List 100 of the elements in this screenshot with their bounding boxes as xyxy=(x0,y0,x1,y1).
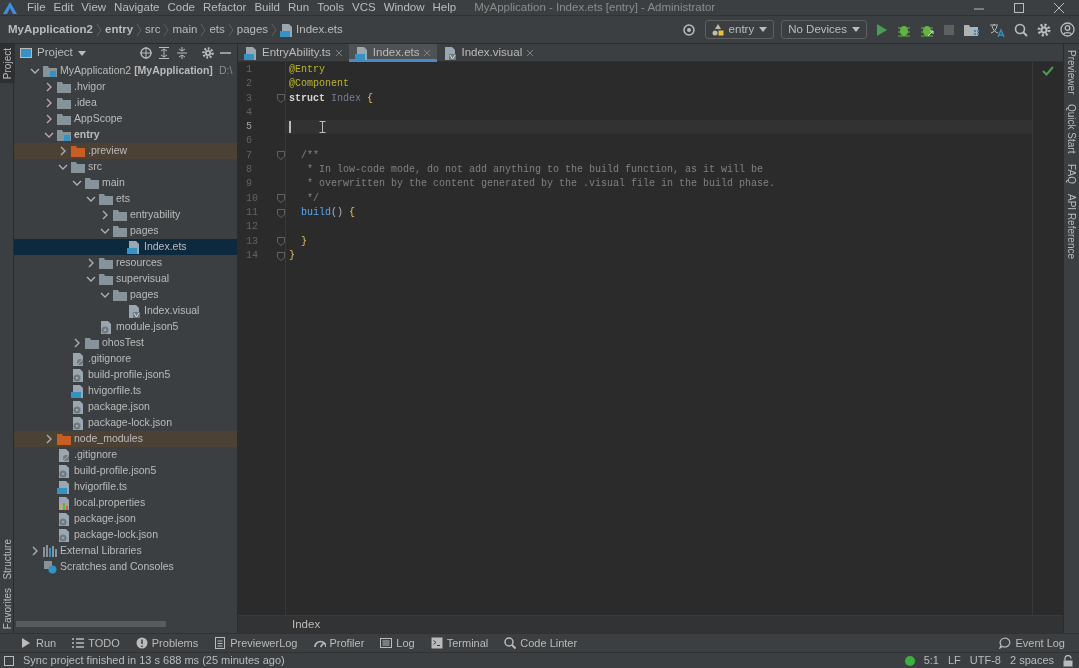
folder-grid-icon[interactable] xyxy=(964,22,980,37)
file-encoding[interactable]: UTF-8 xyxy=(969,652,1001,668)
close-icon[interactable] xyxy=(334,49,343,57)
tool-window-button[interactable]: PreviewerLog xyxy=(214,634,298,652)
scrollbar[interactable] xyxy=(16,621,166,627)
locate-icon[interactable] xyxy=(140,47,152,59)
menu-item[interactable]: View xyxy=(77,0,111,17)
menu-item[interactable]: Help xyxy=(428,0,461,17)
gear-icon[interactable] xyxy=(202,47,214,59)
lock-icon[interactable] xyxy=(1063,654,1073,667)
fold-marker-icon[interactable] xyxy=(277,194,285,204)
tool-window-button[interactable]: TODO xyxy=(72,634,120,652)
menu-item[interactable]: Run xyxy=(284,0,314,17)
fold-marker-icon[interactable] xyxy=(277,208,285,218)
tree-item[interactable]: local.properties xyxy=(14,495,237,511)
menu-item[interactable]: Code xyxy=(163,0,199,17)
close-icon[interactable] xyxy=(1052,1,1066,14)
collapse-all-icon[interactable] xyxy=(176,47,188,59)
tree-item[interactable]: External Libraries xyxy=(14,543,237,559)
tool-window-button[interactable]: Run xyxy=(20,634,57,652)
menu-item[interactable]: File xyxy=(23,0,50,17)
search-icon[interactable] xyxy=(1014,22,1028,37)
tree-item[interactable]: package-lock.json xyxy=(14,527,237,543)
breadcrumb-item[interactable]: MyApplication2 xyxy=(6,20,95,39)
tree-item[interactable]: hvigorfile.ts xyxy=(14,383,237,399)
menu-item[interactable]: Tools xyxy=(313,0,348,17)
menu-item[interactable]: VCS xyxy=(348,0,380,17)
tool-window-button[interactable]: Profiler xyxy=(313,634,365,652)
tree-item[interactable]: pages xyxy=(14,223,237,239)
tree-item[interactable]: ohosTest xyxy=(14,335,237,351)
tree-item[interactable]: AppScope xyxy=(14,111,237,127)
fold-marker-icon[interactable] xyxy=(277,251,285,261)
cursor-position[interactable]: 5:1 xyxy=(923,652,939,668)
tree-item[interactable]: build-profile.json5 xyxy=(14,367,237,383)
settings-icon[interactable] xyxy=(1037,22,1051,37)
tree-item[interactable]: node_modules xyxy=(14,431,237,447)
fold-marker-icon[interactable] xyxy=(277,151,285,161)
tree-item[interactable]: ets xyxy=(14,191,237,207)
tool-window-button[interactable]: Log xyxy=(380,634,415,652)
fold-marker-icon[interactable] xyxy=(277,94,285,104)
chevron-right-icon[interactable] xyxy=(100,209,110,221)
tool-window-button[interactable]: Problems xyxy=(135,634,199,652)
tool-window-button[interactable]: Code Linter xyxy=(504,634,578,652)
tool-window-button[interactable]: Terminal xyxy=(430,634,489,652)
breadcrumb-item[interactable]: entry xyxy=(103,20,136,39)
chevron-right-icon[interactable] xyxy=(86,257,96,269)
breadcrumb-item[interactable]: Index.ets xyxy=(294,20,345,39)
tree-item[interactable]: src xyxy=(14,159,237,175)
tree-item[interactable]: .gitignore xyxy=(14,351,237,367)
tree-item[interactable]: Index.ets xyxy=(14,239,237,255)
tree-item[interactable]: MyApplication2 [MyApplication] D:\ xyxy=(14,63,237,79)
tree-item[interactable]: Index.visual xyxy=(14,303,237,319)
tool-window-tab[interactable]: Previewer xyxy=(1064,48,1079,97)
tree-item[interactable]: package.json xyxy=(14,399,237,415)
menu-item[interactable]: Window xyxy=(379,0,429,17)
fold-marker-icon[interactable] xyxy=(277,237,285,247)
tree-item[interactable]: resources xyxy=(14,255,237,271)
breadcrumb-item[interactable]: pages xyxy=(234,20,271,39)
status-dot-icon[interactable] xyxy=(904,655,915,666)
module-dropdown[interactable]: entry xyxy=(704,20,775,39)
maximize-icon[interactable] xyxy=(1012,1,1026,14)
tree-item[interactable]: .idea xyxy=(14,95,237,111)
square-icon[interactable] xyxy=(4,655,14,666)
account-icon[interactable] xyxy=(1060,22,1075,37)
tool-window-tab[interactable]: Structure xyxy=(0,535,15,584)
line-separator[interactable]: LF xyxy=(947,652,961,668)
chevron-right-icon[interactable] xyxy=(30,545,40,557)
tree-item[interactable]: module.json5 xyxy=(14,319,237,335)
breadcrumb-item[interactable]: ets xyxy=(207,20,227,39)
editor-tab[interactable]: EntryAbility.ts xyxy=(238,44,349,62)
close-icon[interactable] xyxy=(526,49,535,57)
breadcrumb-item[interactable]: main xyxy=(170,20,200,39)
menu-item[interactable]: Navigate xyxy=(110,0,164,17)
tree-item[interactable]: supervisual xyxy=(14,271,237,287)
tree-item[interactable]: hvigorfile.ts xyxy=(14,479,237,495)
project-view-dropdown[interactable]: Project xyxy=(20,44,86,62)
tree-item[interactable]: .hvigor xyxy=(14,79,237,95)
menu-item[interactable]: Build xyxy=(250,0,284,17)
indent-setting[interactable]: 2 spaces xyxy=(1009,652,1054,668)
chevron-right-icon[interactable] xyxy=(44,97,54,109)
chevron-right-icon[interactable] xyxy=(58,145,68,157)
device-dropdown[interactable]: No Devices xyxy=(781,20,867,39)
chevron-right-icon[interactable] xyxy=(72,337,82,349)
tree-item[interactable]: .gitignore xyxy=(14,447,237,463)
chevron-right-icon[interactable] xyxy=(44,433,54,445)
editor-tab[interactable]: Index.visual xyxy=(437,44,541,62)
tree-item[interactable]: Scratches and Consoles xyxy=(14,559,237,575)
menu-item[interactable]: Refactor xyxy=(198,0,251,17)
tool-window-button[interactable]: Event Log xyxy=(999,634,1065,652)
tree-item[interactable]: package.json xyxy=(14,511,237,527)
menu-item[interactable]: Edit xyxy=(49,0,78,17)
editor-breadcrumb[interactable]: Index xyxy=(292,615,321,634)
editor-tab[interactable]: Index.ets xyxy=(348,44,438,62)
run-icon[interactable] xyxy=(876,23,888,36)
translate-icon[interactable] xyxy=(989,22,1005,37)
expand-all-icon[interactable] xyxy=(158,47,170,59)
tree-item[interactable]: main xyxy=(14,175,237,191)
tree-item[interactable]: package-lock.json xyxy=(14,415,237,431)
tool-window-tab[interactable]: Quick Start xyxy=(1064,102,1079,156)
tree-item[interactable]: entry xyxy=(14,127,237,143)
